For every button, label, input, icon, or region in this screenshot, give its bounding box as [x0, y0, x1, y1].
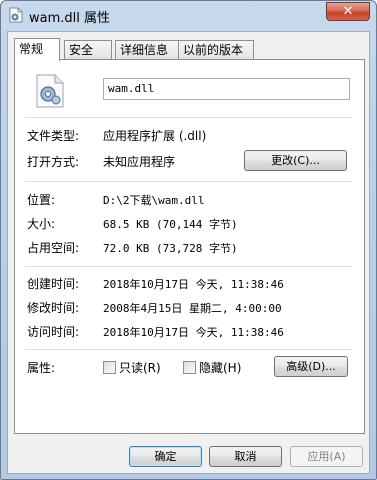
hidden-checkbox[interactable] — [183, 361, 196, 374]
open-with-label: 打开方式: — [27, 155, 80, 169]
tab-security[interactable]: 安全 — [64, 40, 112, 60]
tab-general[interactable]: 常规 — [14, 38, 60, 61]
disk-size-label: 占用空间: — [27, 241, 80, 255]
tab-label: 详细信息 — [120, 43, 169, 57]
tab-details[interactable]: 详细信息 — [115, 40, 179, 60]
file-name-field[interactable]: wam.dll — [103, 78, 350, 100]
dll-file-icon — [9, 7, 23, 23]
size-value: 68.5 KB (70,144 字节) — [103, 218, 238, 231]
general-tab-panel: wam.dll 文件类型: 应用程序扩展 (.dll) 打开方式: 未知应用程序… — [14, 59, 365, 434]
size-label: 大小: — [27, 217, 56, 231]
divider — [25, 117, 352, 118]
cancel-button[interactable]: 取消 — [209, 446, 282, 467]
close-button[interactable]: ✕ — [326, 2, 370, 21]
title-bar[interactable]: wam.dll 属性 ✕ — [1, 1, 376, 31]
modified-label: 修改时间: — [27, 301, 80, 315]
ok-button[interactable]: 确定 — [129, 446, 202, 467]
open-with-value: 未知应用程序 — [103, 155, 176, 169]
dialog-client-area: 常规 安全 详细信息 以前的版本 wam.dll 文件类型: 应用程序扩展 (.… — [7, 31, 370, 474]
dll-file-icon — [36, 74, 64, 108]
divider — [25, 266, 352, 267]
change-button[interactable]: 更改(C)... — [244, 150, 347, 171]
readonly-checkbox[interactable] — [103, 361, 116, 374]
created-label: 创建时间: — [27, 277, 80, 291]
modified-value: 2008年4月15日 星期二, 4:00:00 — [103, 302, 282, 315]
accessed-value: 2018年10月17日 今天, 11:38:46 — [103, 326, 284, 339]
tab-previous-versions[interactable]: 以前的版本 — [178, 40, 254, 60]
file-type-label: 文件类型: — [27, 129, 80, 143]
properties-window: wam.dll 属性 ✕ 常规 安全 详细信息 以前的版本 wam.dll 文件… — [0, 0, 377, 480]
advanced-button[interactable]: 高级(D)... — [274, 356, 348, 377]
file-type-value: 应用程序扩展 (.dll) — [103, 129, 207, 143]
apply-button[interactable]: 应用(A) — [290, 446, 363, 467]
tab-label: 以前的版本 — [183, 43, 244, 57]
created-value: 2018年10月17日 今天, 11:38:46 — [103, 278, 284, 291]
window-title: wam.dll 属性 — [29, 11, 111, 26]
close-icon: ✕ — [342, 4, 354, 19]
location-label: 位置: — [27, 193, 56, 207]
attributes-label: 属性: — [27, 361, 56, 375]
tab-label: 常规 — [19, 42, 44, 56]
divider — [25, 349, 352, 350]
location-value: D:\2下载\wam.dll — [103, 194, 205, 207]
tab-label: 安全 — [69, 43, 94, 57]
disk-size-value: 72.0 KB (73,728 字节) — [103, 242, 238, 255]
hidden-label[interactable]: 隐藏(H) — [199, 359, 241, 376]
divider — [25, 181, 352, 182]
accessed-label: 访问时间: — [27, 325, 80, 339]
readonly-label[interactable]: 只读(R) — [119, 359, 161, 376]
